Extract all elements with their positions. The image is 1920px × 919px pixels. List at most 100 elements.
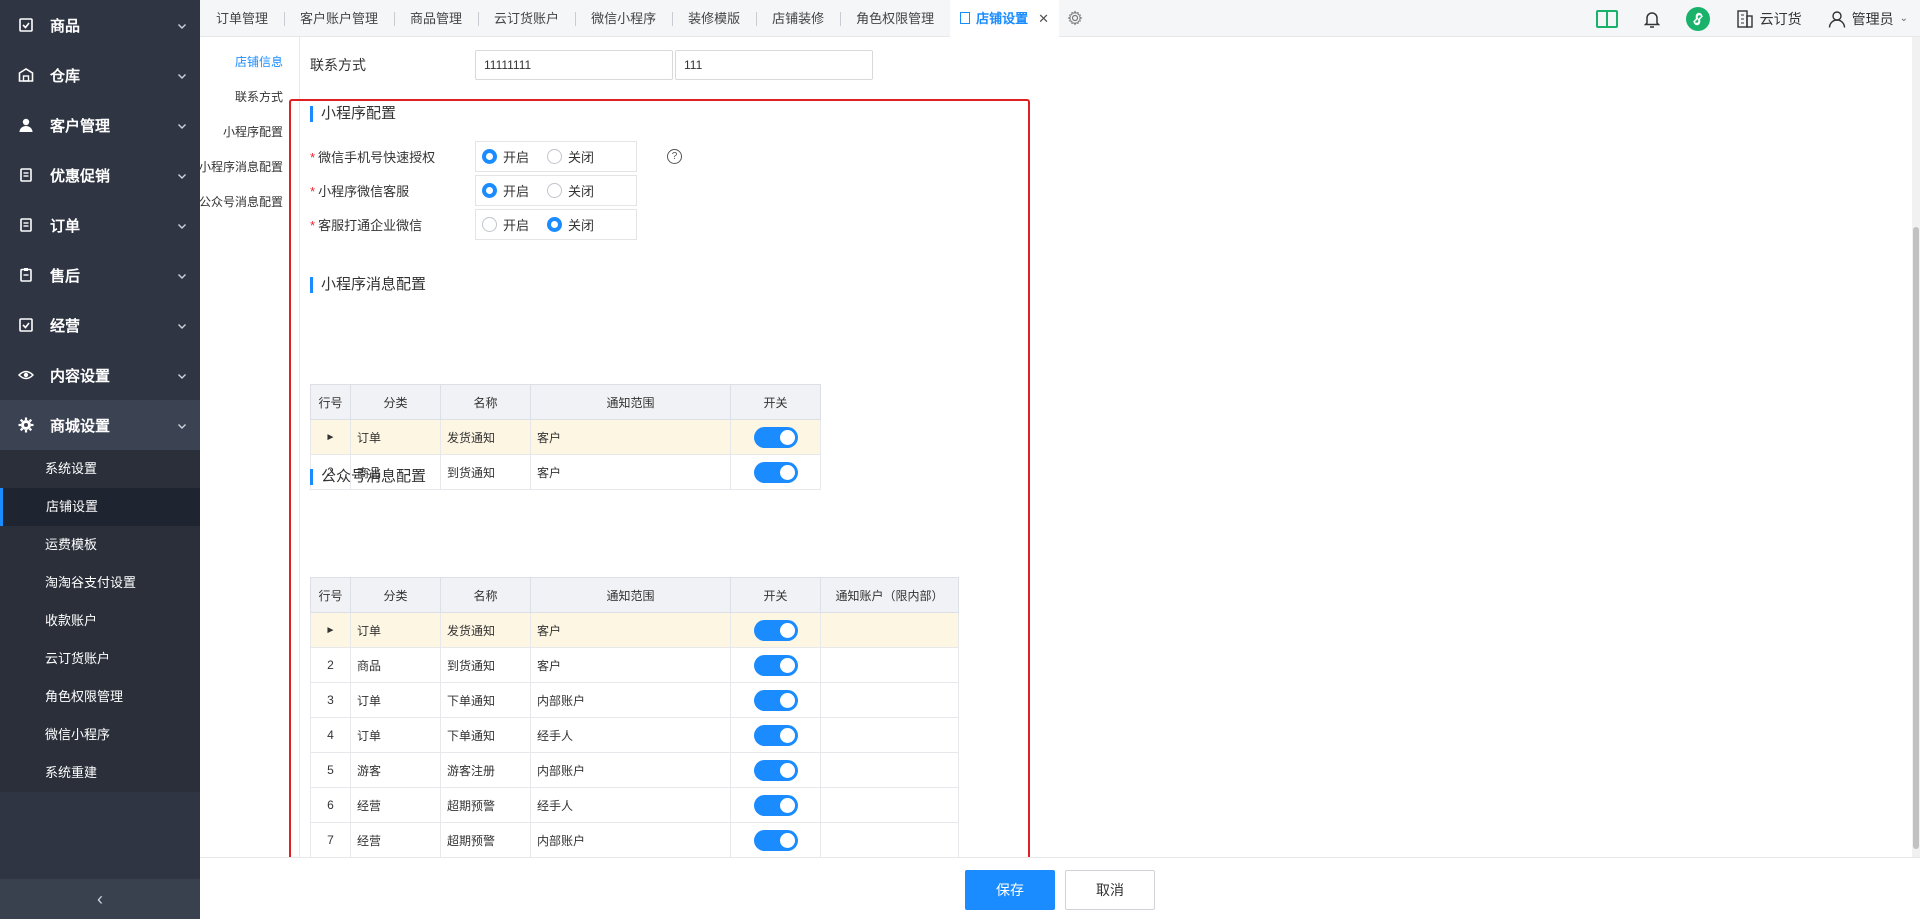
sidebar-subitem[interactable]: 角色权限管理 (0, 678, 200, 716)
sidebar-subitem[interactable]: 系统设置 (0, 450, 200, 488)
help-book-button[interactable] (1595, 9, 1618, 29)
anchor-link[interactable]: 小程序配置 (223, 123, 283, 140)
notification-toggle[interactable] (753, 829, 798, 851)
column-header: 行号 (310, 577, 351, 613)
table-row[interactable]: ► 订单 发货通知 客户 (310, 419, 821, 455)
config-label: * 微信手机号快速授权 (310, 147, 475, 166)
sidebar-item-user[interactable]: 客户管理 (0, 100, 200, 150)
notification-toggle[interactable] (753, 724, 798, 746)
tab-2[interactable]: 商品管理 (394, 0, 478, 37)
tab-settings-gear-icon[interactable] (1067, 10, 1083, 26)
row-account[interactable] (820, 682, 959, 718)
sidebar-item-eye[interactable]: 内容设置 (0, 350, 200, 400)
tab-label: 店铺装修 (772, 10, 825, 26)
row-account[interactable] (820, 612, 959, 648)
sidebar-item-label: 客户管理 (50, 117, 111, 135)
tab-7[interactable]: 角色权限管理 (840, 0, 950, 37)
cancel-button[interactable]: 取消 (1065, 870, 1155, 910)
tab-0[interactable]: 订单管理 (200, 0, 284, 37)
help-question-icon[interactable]: ? (667, 149, 682, 164)
radio-on[interactable]: 开启 (482, 147, 529, 166)
table-row[interactable]: 2 商品 到货通知 客户 (310, 647, 959, 683)
anchor-link[interactable]: 公众号消息配置 (199, 193, 283, 210)
row-name: 下单通知 (440, 682, 531, 718)
table-row[interactable]: 4 订单 下单通知 经手人 (310, 717, 959, 753)
sidebar-item-gear[interactable]: 商城设置 (0, 400, 200, 450)
row-account[interactable] (820, 647, 959, 683)
tab-6[interactable]: 店铺装修 (756, 0, 840, 37)
save-button[interactable]: 保存 (965, 870, 1055, 910)
radio-off[interactable]: 关闭 (547, 147, 594, 166)
business-icon (18, 317, 34, 333)
sidebar-subitem[interactable]: 收款账户 (0, 602, 200, 640)
table-row[interactable]: 7 经营 超期预警 内部账户 (310, 822, 959, 858)
radio-label: 关闭 (568, 218, 595, 233)
row-name: 超期预警 (440, 822, 531, 858)
sidebar-item-after-sale[interactable]: 售后 (0, 250, 200, 300)
sidebar-item-promotion[interactable]: 优惠促销 (0, 150, 200, 200)
radio-off[interactable]: 关闭 (547, 181, 594, 200)
tab-8[interactable]: 店铺设置 ✕ (950, 0, 1060, 37)
close-icon[interactable]: ✕ (1038, 11, 1049, 26)
notification-toggle[interactable] (753, 794, 798, 816)
row-scope: 经手人 (530, 787, 731, 823)
store-switch-button[interactable]: 云订货 (1736, 9, 1802, 29)
sidebar-item-warehouse[interactable]: 仓库 (0, 50, 200, 100)
user-menu-button[interactable]: 管理员 ⌄ (1828, 9, 1908, 29)
warehouse-icon (18, 67, 34, 83)
contact-phone-input[interactable] (475, 50, 673, 80)
sidebar-item-order[interactable]: 订单 (0, 200, 200, 250)
table-row[interactable]: 6 经营 超期预警 经手人 (310, 787, 959, 823)
sidebar-subitem[interactable]: 淘淘谷支付设置 (0, 564, 200, 602)
notification-toggle[interactable] (753, 426, 798, 448)
radio-on[interactable]: 开启 (482, 215, 529, 234)
sidebar-subitem[interactable]: 运费模板 (0, 526, 200, 564)
sidebar-subitem[interactable]: 云订货账户 (0, 640, 200, 678)
table-row[interactable]: 5 游客 游客注册 内部账户 (310, 752, 959, 788)
sidebar-subitem[interactable]: 微信小程序 (0, 716, 200, 754)
sidebar-subitem[interactable]: 系统重建 (0, 754, 200, 792)
column-header: 名称 (440, 384, 531, 420)
tab-label: 角色权限管理 (856, 10, 935, 26)
tab-5[interactable]: 装修模版 (672, 0, 756, 37)
row-account[interactable] (820, 752, 959, 788)
sidebar-collapse-button[interactable]: ‹ (0, 879, 200, 919)
config-label-text: 小程序微信客服 (318, 184, 410, 199)
sidebar-item-business[interactable]: 经营 (0, 300, 200, 350)
radio-off[interactable]: 关闭 (547, 215, 594, 234)
tab-label: 装修模版 (688, 10, 741, 26)
vertical-scrollbar[interactable] (1912, 37, 1920, 857)
mini-program-button[interactable] (1685, 6, 1710, 31)
notification-toggle[interactable] (753, 689, 798, 711)
sidebar-item-product[interactable]: 商品 (0, 0, 200, 50)
sidebar-subitem[interactable]: 店铺设置 (0, 488, 200, 526)
row-account[interactable] (820, 822, 959, 858)
chevron-down-icon (176, 419, 188, 431)
notification-button[interactable] (1643, 10, 1660, 28)
tab-1[interactable]: 客户账户管理 (284, 0, 394, 37)
table-row[interactable]: ► 订单 发货通知 客户 (310, 612, 959, 648)
row-account[interactable] (820, 787, 959, 823)
notification-toggle[interactable] (753, 759, 798, 781)
tab-3[interactable]: 云订货账户 (478, 0, 575, 37)
row-number: 5 (310, 752, 351, 788)
row-category: 订单 (350, 682, 441, 718)
tab-bar: 订单管理 客户账户管理 商品管理 云订货账户 微信小程序 装修模版 店铺装修 角色权限管理 店铺… (200, 0, 1060, 37)
radio-on[interactable]: 开启 (482, 181, 529, 200)
table-row[interactable]: 3 订单 下单通知 内部账户 (310, 682, 959, 718)
row-category: 订单 (350, 419, 441, 455)
tab-4[interactable]: 微信小程序 (575, 0, 672, 37)
mini-msg-config-title: 小程序消息配置 (310, 277, 426, 293)
contact-second-input[interactable] (675, 50, 873, 80)
order-icon (18, 217, 34, 233)
row-account[interactable] (820, 717, 959, 753)
notification-toggle[interactable] (753, 461, 798, 483)
anchor-link[interactable]: 店铺信息 (235, 53, 283, 70)
anchor-link[interactable]: 联系方式 (235, 88, 283, 105)
notification-toggle[interactable] (753, 619, 798, 641)
scrollbar-thumb[interactable] (1913, 227, 1919, 849)
eye-icon (18, 367, 34, 383)
notification-toggle[interactable] (753, 654, 798, 676)
bell-icon (1643, 11, 1660, 28)
anchor-link[interactable]: 小程序消息配置 (199, 158, 283, 175)
